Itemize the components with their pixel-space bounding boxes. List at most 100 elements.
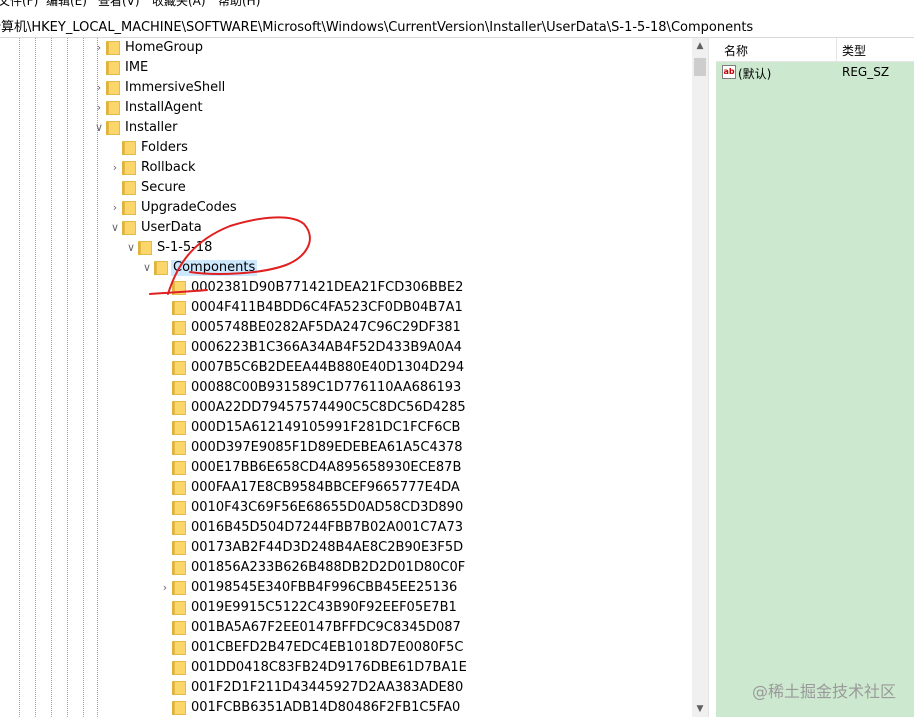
pane-splitter[interactable] bbox=[708, 38, 716, 717]
tree-node-label[interactable]: IME bbox=[123, 60, 150, 76]
tree-node-label[interactable]: 000D397E9085F1D89EDEBEA61A5C4378 bbox=[189, 440, 465, 456]
scroll-thumb[interactable] bbox=[694, 58, 706, 76]
tree-node[interactable]: 001CBEFD2B47EDC4EB1018D7E0080F5C bbox=[158, 638, 708, 658]
tree-node[interactable]: ∨ S-1-5-18 bbox=[124, 238, 684, 258]
tree-node[interactable]: 0019E9915C5122C43B90F92EEF05E7B1 bbox=[158, 598, 708, 618]
folder-icon bbox=[122, 160, 138, 176]
tree-node[interactable]: 0004F411B4BDD6C4FA523CF0DB04B7A1 bbox=[158, 298, 708, 318]
tree-node-label[interactable]: 0019E9915C5122C43B90F92EEF05E7B1 bbox=[189, 600, 459, 616]
tree-node[interactable]: › HomeGroup bbox=[92, 38, 652, 58]
tree-node-label[interactable]: S-1-5-18 bbox=[155, 240, 214, 256]
tree-node[interactable]: 000D397E9085F1D89EDEBEA61A5C4378 bbox=[158, 438, 708, 458]
value-row[interactable]: ab (默认) REG_SZ bbox=[716, 62, 914, 84]
tree-node[interactable]: 00173AB2F44D3D248B4AE8C2B90E3F5D bbox=[158, 538, 708, 558]
chevron-right-icon[interactable]: › bbox=[92, 41, 106, 55]
chevron-down-icon[interactable]: ∨ bbox=[124, 241, 138, 255]
tree-node-label[interactable]: 000A22DD79457574490C5C8DC56D4285 bbox=[189, 400, 468, 416]
chevron-right-icon[interactable]: › bbox=[158, 581, 172, 595]
chevron-right-icon[interactable]: › bbox=[108, 201, 122, 215]
tree-node-label[interactable]: HomeGroup bbox=[123, 40, 205, 56]
tree-node[interactable]: 00088C00B931589C1D776110AA686193 bbox=[158, 378, 708, 398]
menu-view[interactable]: 查看(V) bbox=[98, 0, 140, 9]
tree-node-label[interactable]: InstallAgent bbox=[123, 100, 205, 116]
tree-node[interactable]: IME bbox=[92, 58, 652, 78]
tree-node[interactable]: 0016B45D504D7244FBB7B02A001C7A73 bbox=[158, 518, 708, 538]
tree-node[interactable]: › 00198545E340FBB4F996CBB45EE25136 bbox=[158, 578, 708, 598]
tree-node[interactable]: 000E17BB6E658CD4A895658930ECE87B bbox=[158, 458, 708, 478]
tree-node-label[interactable]: 0004F411B4BDD6C4FA523CF0DB04B7A1 bbox=[189, 300, 465, 316]
tree-node[interactable]: 000FAA17E8CB9584BBCEF9665777E4DA bbox=[158, 478, 708, 498]
tree-node[interactable]: Folders bbox=[108, 138, 668, 158]
chevron-right-icon[interactable]: › bbox=[92, 101, 106, 115]
tree-node[interactable]: 001856A233B626B488DB2D2D01D80C0F bbox=[158, 558, 708, 578]
tree-node-label[interactable]: 001F2D1F211D43445927D2AA383ADE80 bbox=[189, 680, 465, 696]
chevron-down-icon[interactable]: ∨ bbox=[108, 221, 122, 235]
tree-node-label[interactable]: 0005748BE0282AF5DA247C96C29DF381 bbox=[189, 320, 463, 336]
tree-node-label[interactable]: 0016B45D504D7244FBB7B02A001C7A73 bbox=[189, 520, 465, 536]
tree-node[interactable]: 0006223B1C366A34AB4F52D433B9A0A4 bbox=[158, 338, 708, 358]
tree-node-label[interactable]: 001BA5A67F2EE0147BFFDC9C8345D087 bbox=[189, 620, 463, 636]
tree-node-label[interactable]: Folders bbox=[139, 140, 190, 156]
tree-node[interactable]: 000D15A612149105991F281DC1FCF6CB bbox=[158, 418, 708, 438]
tree-node-label[interactable]: Components bbox=[171, 260, 258, 276]
tree-node[interactable]: › InstallAgent bbox=[92, 98, 652, 118]
tree-node-label[interactable]: 000E17BB6E658CD4A895658930ECE87B bbox=[189, 460, 463, 476]
tree-node-label[interactable]: 0010F43C69F56E68655D0AD58CD3D890 bbox=[189, 500, 465, 516]
menu-edit[interactable]: 编辑(E) bbox=[46, 0, 87, 9]
column-name-header[interactable]: 名称 bbox=[724, 42, 748, 59]
tree-node[interactable]: 001F2D1F211D43445927D2AA383ADE80 bbox=[158, 678, 708, 698]
tree-scrollbar[interactable]: ▲ ▼ bbox=[692, 38, 708, 717]
chevron-down-icon[interactable]: ∨ bbox=[92, 121, 106, 135]
tree-node-label[interactable]: 001856A233B626B488DB2D2D01D80C0F bbox=[189, 560, 467, 576]
tree-node-label[interactable]: 001CBEFD2B47EDC4EB1018D7E0080F5C bbox=[189, 640, 465, 656]
tree-node[interactable]: ∨ UserData bbox=[108, 218, 668, 238]
tree-node-label[interactable]: ImmersiveShell bbox=[123, 80, 227, 96]
tree-node[interactable]: 000A22DD79457574490C5C8DC56D4285 bbox=[158, 398, 708, 418]
tree-node-label[interactable]: 0006223B1C366A34AB4F52D433B9A0A4 bbox=[189, 340, 464, 356]
tree-node[interactable]: 0005748BE0282AF5DA247C96C29DF381 bbox=[158, 318, 708, 338]
address-bar[interactable]: 计算机\HKEY_LOCAL_MACHINE\SOFTWARE\Microsof… bbox=[0, 10, 914, 38]
tree-node-label[interactable]: 001FCBB6351ADB14D80486F2FB1C5FA0 bbox=[189, 700, 462, 716]
tree-node[interactable]: › ImmersiveShell bbox=[92, 78, 652, 98]
column-type-header[interactable]: 类型 bbox=[842, 42, 866, 59]
chevron-down-icon[interactable]: ∨ bbox=[140, 261, 154, 275]
tree-node[interactable]: 0007B5C6B2DEEA44B880E40D1304D294 bbox=[158, 358, 708, 378]
chevron-right-icon[interactable]: › bbox=[108, 161, 122, 175]
column-divider[interactable] bbox=[836, 38, 837, 62]
tree-node-label[interactable]: 0007B5C6B2DEEA44B880E40D1304D294 bbox=[189, 360, 466, 376]
folder-icon bbox=[122, 140, 138, 156]
tree-node-label[interactable]: UserData bbox=[139, 220, 204, 236]
tree-node[interactable]: ∨ Installer bbox=[92, 118, 652, 138]
menu-file[interactable]: 文件(F) bbox=[0, 0, 38, 9]
tree-node[interactable]: ∨ Components bbox=[140, 258, 700, 278]
tree-node-label[interactable]: 00198545E340FBB4F996CBB45EE25136 bbox=[189, 580, 459, 596]
chevron-right-icon[interactable]: › bbox=[92, 81, 106, 95]
address-path[interactable]: 计算机\HKEY_LOCAL_MACHINE\SOFTWARE\Microsof… bbox=[0, 16, 753, 35]
menu-favorites[interactable]: 收藏夹(A) bbox=[152, 0, 206, 9]
values-list[interactable]: 名称 类型 ab (默认) REG_SZ bbox=[716, 38, 914, 717]
tree-node-label[interactable]: Installer bbox=[123, 120, 179, 136]
tree-node-label[interactable]: 000D15A612149105991F281DC1FCF6CB bbox=[189, 420, 462, 436]
tree-node[interactable]: 0010F43C69F56E68655D0AD58CD3D890 bbox=[158, 498, 708, 518]
watermark: @稀土掘金技术社区 bbox=[751, 682, 896, 701]
tree-node-label[interactable]: 001DD0418C83FB24D9176DBE61D7BA1E bbox=[189, 660, 469, 676]
tree-node-label[interactable]: 00088C00B931589C1D776110AA686193 bbox=[189, 380, 463, 396]
scroll-down-icon[interactable]: ▼ bbox=[692, 701, 708, 717]
tree-node[interactable]: › Rollback bbox=[108, 158, 668, 178]
tree-node[interactable]: 001BA5A67F2EE0147BFFDC9C8345D087 bbox=[158, 618, 708, 638]
tree-node-label[interactable]: Rollback bbox=[139, 160, 198, 176]
tree-node-label[interactable]: 0002381D90B771421DEA21FCD306BBE2 bbox=[189, 280, 465, 296]
tree-node[interactable]: 001FCBB6351ADB14D80486F2FB1C5FA0 bbox=[158, 698, 708, 717]
tree-node-label[interactable]: 00173AB2F44D3D248B4AE8C2B90E3F5D bbox=[189, 540, 465, 556]
menu-help[interactable]: 帮助(H) bbox=[218, 0, 260, 9]
tree-node[interactable]: 0002381D90B771421DEA21FCD306BBE2 bbox=[158, 278, 708, 298]
scroll-up-icon[interactable]: ▲ bbox=[692, 38, 708, 54]
registry-tree[interactable]: › HomeGroup IME › ImmersiveShell › InstallAgen… bbox=[0, 38, 708, 717]
folder-icon bbox=[172, 600, 188, 616]
tree-node-label[interactable]: Secure bbox=[139, 180, 188, 196]
tree-node[interactable]: › UpgradeCodes bbox=[108, 198, 668, 218]
tree-node[interactable]: 001DD0418C83FB24D9176DBE61D7BA1E bbox=[158, 658, 708, 678]
tree-node-label[interactable]: UpgradeCodes bbox=[139, 200, 239, 216]
tree-node-label[interactable]: 000FAA17E8CB9584BBCEF9665777E4DA bbox=[189, 480, 462, 496]
tree-node[interactable]: Secure bbox=[108, 178, 668, 198]
